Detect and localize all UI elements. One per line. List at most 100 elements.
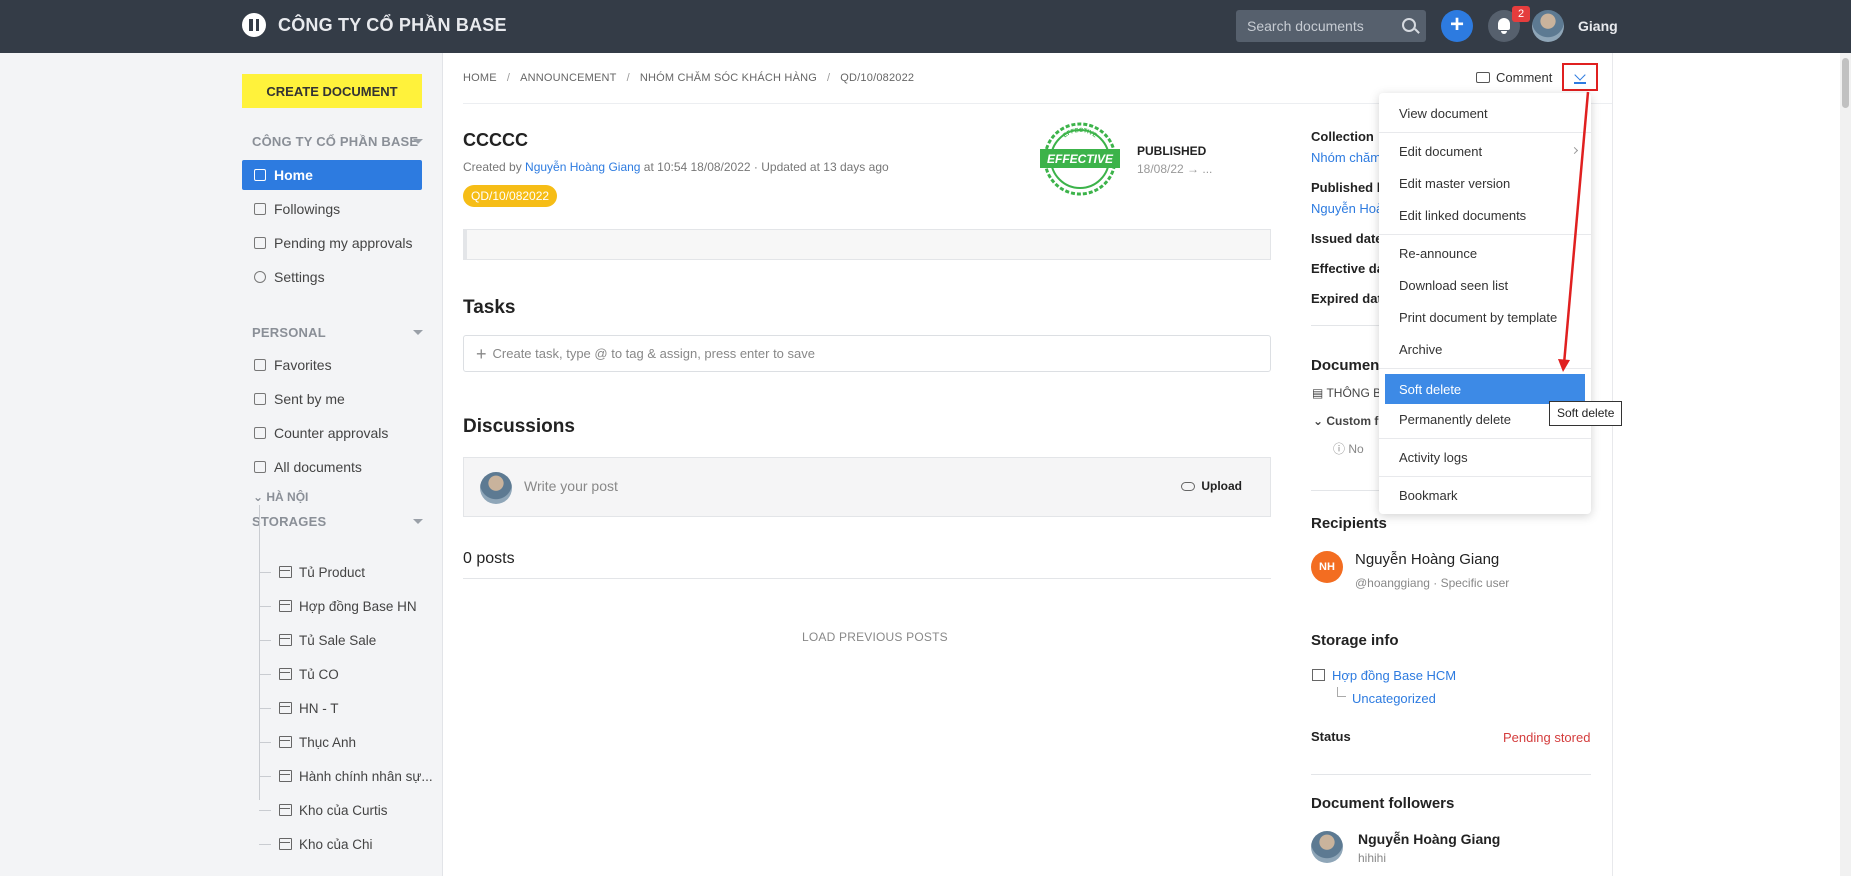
sidebar-item-favorites[interactable]: Favorites — [242, 350, 422, 380]
caret-down-icon[interactable] — [413, 519, 423, 524]
upload-button[interactable]: Upload — [1181, 479, 1242, 493]
create-document-button[interactable]: CREATE DOCUMENT — [242, 74, 422, 108]
discussions-heading: Discussions — [463, 416, 575, 437]
menu-separator — [1379, 132, 1591, 133]
follower-subtitle: hihihi — [1358, 851, 1387, 865]
task-input-placeholder: Create task, type @ to tag & assign, pre… — [492, 346, 815, 361]
search-box[interactable] — [1236, 10, 1426, 42]
menu-item-view-document[interactable]: View document — [1379, 98, 1591, 128]
menu-item-download-seen-list[interactable]: Download seen list — [1379, 270, 1591, 300]
storage-link[interactable]: Hợp đồng Base HCM — [1332, 668, 1456, 683]
user-name[interactable]: Giang — [1578, 18, 1618, 34]
menu-item-edit-linked-documents[interactable]: Edit linked documents — [1379, 200, 1591, 230]
storage-item[interactable]: Thục Anh — [259, 730, 356, 754]
storage-info-heading: Storage info — [1311, 632, 1399, 649]
sidebar-section-personal[interactable]: PERSONAL — [252, 325, 326, 340]
cabinet-icon — [279, 566, 292, 578]
author-link[interactable]: Nguyễn Hoàng Giang — [525, 160, 640, 174]
menu-item-edit-master-version[interactable]: Edit master version — [1379, 168, 1591, 198]
divider — [1311, 774, 1591, 775]
menu-separator — [1379, 368, 1591, 369]
issued-date-label: Issued date — [1311, 231, 1383, 246]
menu-item-activity-logs[interactable]: Activity logs — [1379, 442, 1591, 472]
bell-icon — [1498, 18, 1510, 34]
sidebar-item-label: Counter approvals — [274, 425, 389, 441]
storage-item[interactable]: Tủ Sale Sale — [259, 628, 376, 652]
storage-item[interactable]: Kho của Chi — [259, 832, 373, 856]
published-by-link[interactable]: Nguyễn Hoà — [1311, 201, 1383, 216]
sidebar-item-settings[interactable]: Settings — [242, 262, 422, 292]
stamp-ring-text: EFFECTIVE — [1062, 128, 1097, 139]
storage-item[interactable]: Hành chính nhân sự... — [259, 764, 433, 788]
avatar: NH — [1311, 551, 1343, 583]
sidebar-item-label: Home — [274, 167, 313, 183]
sidebar-item-pending-approvals[interactable]: Pending my approvals — [242, 228, 422, 258]
caret-down-icon[interactable] — [413, 139, 423, 144]
sidebar-section-company[interactable]: CÔNG TY CỔ PHẦN BASE — [252, 134, 418, 149]
sidebar-item-all-documents[interactable]: All documents — [242, 452, 422, 482]
sidebar-item-label: All documents — [274, 459, 362, 475]
sidebar-item-counter-approvals[interactable]: Counter approvals — [242, 418, 422, 448]
scrollbar-thumb[interactable] — [1842, 58, 1849, 108]
breadcrumb-group[interactable]: NHÓM CHĂM SÓC KHÁCH HÀNG — [640, 72, 817, 84]
storage-item-label: Thục Anh — [299, 734, 357, 750]
storage-item[interactable]: Tủ Product — [259, 560, 365, 584]
menu-item-archive[interactable]: Archive — [1379, 334, 1591, 364]
category-link[interactable]: Uncategorized — [1352, 691, 1436, 706]
expired-date-label: Expired date — [1311, 291, 1390, 306]
storage-item[interactable]: Tủ CO — [259, 662, 339, 686]
sidebar-item-followings[interactable]: Followings — [242, 194, 422, 224]
storage-item[interactable]: Kho của Curtis — [259, 798, 388, 822]
breadcrumb-current: QD/10/082022 — [840, 72, 915, 84]
menu-item-soft-delete[interactable]: Soft delete — [1385, 374, 1585, 404]
caret-down-icon[interactable] — [413, 330, 423, 335]
user-avatar[interactable] — [1532, 10, 1564, 42]
collection-link[interactable]: Nhóm chăm — [1311, 150, 1381, 165]
storage-item[interactable]: HN - T — [259, 696, 339, 720]
divider — [463, 578, 1271, 579]
task-input[interactable]: + Create task, type @ to tag & assign, pr… — [463, 335, 1271, 372]
storage-item[interactable]: Hợp đồng Base HN — [259, 594, 417, 618]
tree-line — [259, 505, 260, 800]
create-plus-button[interactable]: + — [1441, 10, 1473, 42]
no-custom-fields: ⓘ No — [1333, 442, 1364, 456]
comment-button[interactable]: Comment — [1476, 70, 1552, 85]
recipient-name[interactable]: Nguyễn Hoàng Giang — [1355, 551, 1499, 568]
custom-fields-toggle[interactable]: ⌄ Custom f — [1313, 414, 1378, 428]
cabinet-icon — [279, 600, 292, 612]
menu-item-re-announce[interactable]: Re-announce — [1379, 238, 1591, 268]
document-item[interactable]: ▤ THÔNG B — [1312, 386, 1381, 400]
storage-item-label: Kho của Curtis — [299, 802, 388, 818]
sidebar-item-sent-by-me[interactable]: Sent by me — [242, 384, 422, 414]
recipient-subtitle: @hoanggiang · Specific user — [1355, 576, 1510, 590]
notification-badge: 2 — [1512, 6, 1530, 22]
menu-item-print-by-template[interactable]: Print document by template — [1379, 302, 1591, 332]
meta-suffix: at 10:54 18/08/2022 · Updated at 13 days… — [640, 160, 889, 174]
posts-count: 0 posts — [463, 550, 515, 567]
breadcrumb-home[interactable]: HOME — [463, 72, 497, 84]
storage-group-hanoi[interactable]: ⌄ HÀ NỘI — [253, 490, 308, 504]
load-previous-posts-button[interactable]: LOAD PREVIOUS POSTS — [802, 630, 948, 644]
sidebar-item-home[interactable]: Home — [242, 160, 422, 190]
status-label: PUBLISHED — [1137, 144, 1207, 158]
sent-icon — [254, 393, 266, 405]
more-actions-button[interactable] — [1562, 63, 1598, 91]
follower-name[interactable]: Nguyễn Hoàng Giang — [1358, 831, 1500, 847]
menu-item-bookmark[interactable]: Bookmark — [1379, 480, 1591, 510]
breadcrumb-announcement[interactable]: ANNOUNCEMENT — [520, 72, 617, 84]
search-icon[interactable] — [1402, 18, 1416, 32]
effective-stamp-icon: EFFECTIVE EFFECTIVE — [1040, 122, 1120, 196]
chevron-down-icon — [1574, 69, 1586, 81]
effective-date-label: Effective da — [1311, 261, 1384, 276]
post-input[interactable]: Write your post — [524, 478, 618, 494]
search-input[interactable] — [1236, 10, 1396, 42]
post-composer[interactable]: Write your post Upload — [463, 457, 1271, 517]
menu-item-edit-document[interactable]: Edit document — [1379, 136, 1591, 166]
sidebar-section-storages[interactable]: STORAGES — [252, 514, 326, 529]
storage-status-label: Status — [1311, 729, 1351, 744]
meta-prefix: Created by — [463, 160, 526, 174]
scrollbar[interactable] — [1840, 53, 1851, 876]
brand[interactable]: CÔNG TY CỔ PHẦN BASE — [242, 13, 507, 37]
menu-separator — [1379, 234, 1591, 235]
breadcrumb: HOME / ANNOUNCEMENT / NHÓM CHĂM SÓC KHÁCH … — [463, 72, 915, 84]
